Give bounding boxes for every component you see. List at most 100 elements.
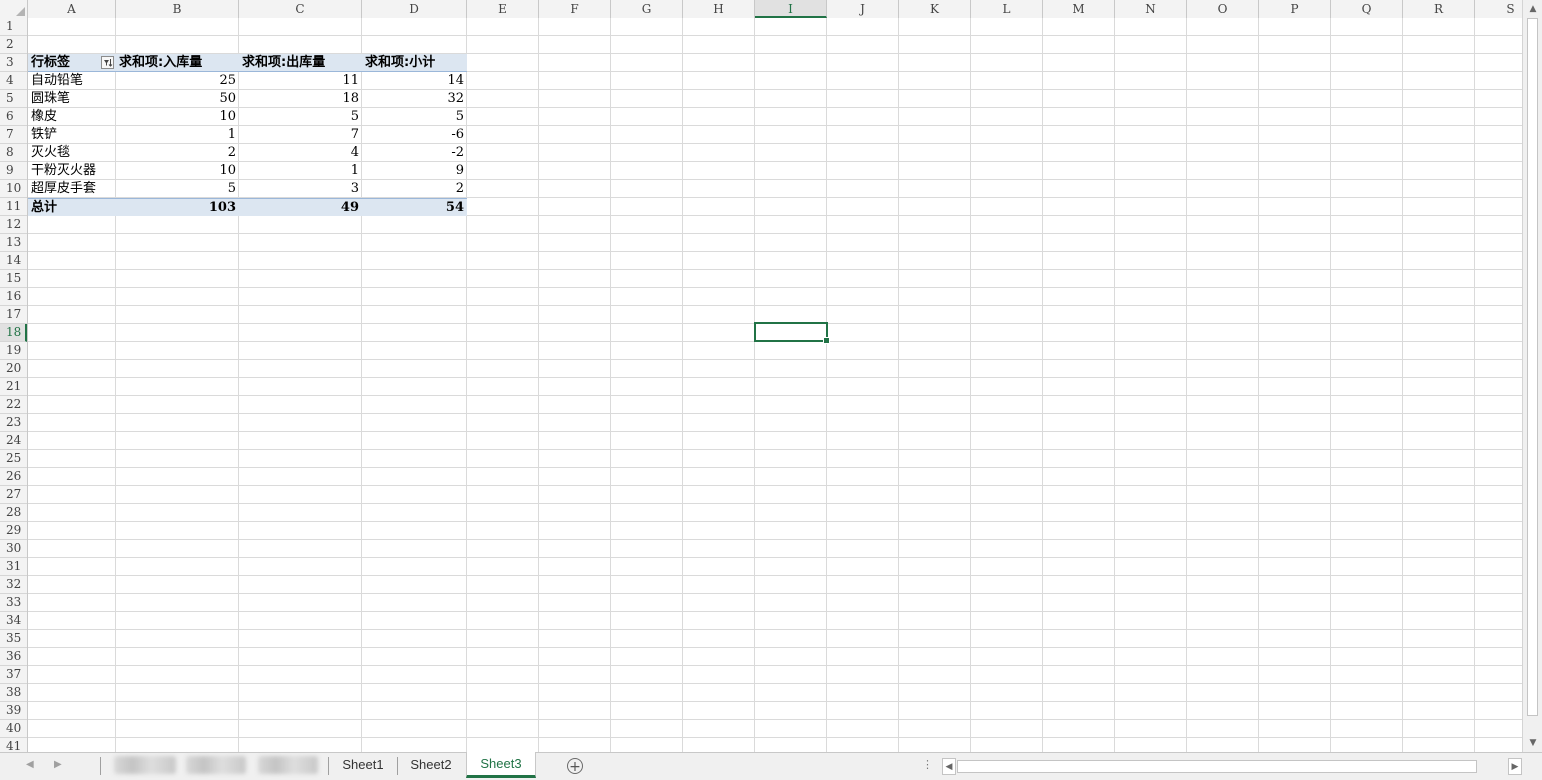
scroll-down-icon[interactable]: ▼ — [1526, 736, 1540, 750]
scroll-right-icon[interactable]: ▶ — [1508, 758, 1522, 775]
pivot-cell-sub[interactable]: 2 — [362, 180, 467, 198]
column-header-l[interactable]: L — [971, 0, 1043, 18]
row-header-40[interactable]: 40 — [0, 720, 27, 738]
tab-sheet1[interactable]: Sheet1 — [330, 753, 396, 779]
row-header-39[interactable]: 39 — [0, 702, 27, 720]
row-header-24[interactable]: 24 — [0, 432, 27, 450]
pivot-total-label[interactable]: 总计 — [28, 198, 116, 216]
vertical-scroll-thumb[interactable] — [1527, 18, 1538, 716]
pivot-cell-out[interactable]: 1 — [239, 162, 362, 180]
row-header-31[interactable]: 31 — [0, 558, 27, 576]
pivot-header-row-labels[interactable]: 行标签 — [28, 54, 116, 72]
pivot-cell-label[interactable]: 超厚皮手套 — [28, 180, 116, 198]
pivot-total-sub[interactable]: 54 — [362, 198, 467, 216]
row-header-22[interactable]: 22 — [0, 396, 27, 414]
pivot-cell-in[interactable]: 10 — [116, 162, 239, 180]
vertical-scrollbar[interactable]: ▲ ▼ — [1522, 0, 1542, 752]
column-header-n[interactable]: N — [1115, 0, 1187, 18]
row-header-27[interactable]: 27 — [0, 486, 27, 504]
row-header-38[interactable]: 38 — [0, 684, 27, 702]
row-header-28[interactable]: 28 — [0, 504, 27, 522]
row-header-14[interactable]: 14 — [0, 252, 27, 270]
tab-sheet3[interactable]: Sheet3 — [466, 752, 536, 778]
pivot-cell-in[interactable]: 25 — [116, 72, 239, 90]
active-cell-selection[interactable] — [754, 322, 830, 344]
row-header-4[interactable]: 4 — [0, 72, 27, 90]
scroll-up-icon[interactable]: ▲ — [1526, 2, 1540, 16]
row-header-6[interactable]: 6 — [0, 108, 27, 126]
column-header-p[interactable]: P — [1259, 0, 1331, 18]
row-header-16[interactable]: 16 — [0, 288, 27, 306]
row-header-32[interactable]: 32 — [0, 576, 27, 594]
row-header-20[interactable]: 20 — [0, 360, 27, 378]
horizontal-scroll-thumb[interactable] — [957, 760, 1477, 773]
pivot-header-out[interactable]: 求和项:出库量 — [239, 54, 362, 72]
row-header-7[interactable]: 7 — [0, 126, 27, 144]
pivot-cell-label[interactable]: 干粉灭火器 — [28, 162, 116, 180]
row-header-11[interactable]: 11 — [0, 198, 27, 216]
pivot-cell-sub[interactable]: 14 — [362, 72, 467, 90]
row-header-8[interactable]: 8 — [0, 144, 27, 162]
pivot-cell-label[interactable]: 灭火毯 — [28, 144, 116, 162]
column-header-q[interactable]: Q — [1331, 0, 1403, 18]
pivot-cell-in[interactable]: 10 — [116, 108, 239, 126]
column-header-d[interactable]: D — [362, 0, 467, 18]
row-header-36[interactable]: 36 — [0, 648, 27, 666]
column-header-h[interactable]: H — [683, 0, 755, 18]
pivot-cell-out[interactable]: 7 — [239, 126, 362, 144]
horizontal-scrollbar[interactable]: ◀ ▶ — [942, 758, 1522, 775]
pivot-cell-out[interactable]: 5 — [239, 108, 362, 126]
column-header-i[interactable]: I — [755, 0, 827, 18]
row-header-41[interactable]: 41 — [0, 738, 27, 752]
column-header-e[interactable]: E — [467, 0, 539, 18]
row-header-9[interactable]: 9 — [0, 162, 27, 180]
row-header-18[interactable]: 18 — [0, 324, 27, 342]
row-header-12[interactable]: 12 — [0, 216, 27, 234]
row-header-5[interactable]: 5 — [0, 90, 27, 108]
pivot-cell-sub[interactable]: -2 — [362, 144, 467, 162]
row-header-26[interactable]: 26 — [0, 468, 27, 486]
row-header-29[interactable]: 29 — [0, 522, 27, 540]
pivot-total-out[interactable]: 49 — [239, 198, 362, 216]
prev-sheet-icon[interactable]: ◀ — [26, 759, 34, 770]
row-header-35[interactable]: 35 — [0, 630, 27, 648]
row-header-17[interactable]: 17 — [0, 306, 27, 324]
obscured-sheet-tab[interactable] — [114, 756, 176, 774]
pivot-cell-label[interactable]: 铁铲 — [28, 126, 116, 144]
pivot-cell-sub[interactable]: 32 — [362, 90, 467, 108]
row-header-10[interactable]: 10 — [0, 180, 27, 198]
column-header-o[interactable]: O — [1187, 0, 1259, 18]
column-header-k[interactable]: K — [899, 0, 971, 18]
add-sheet-icon[interactable]: + — [567, 758, 583, 775]
row-header-15[interactable]: 15 — [0, 270, 27, 288]
pivot-cell-in[interactable]: 50 — [116, 90, 239, 108]
row-header-33[interactable]: 33 — [0, 594, 27, 612]
pivot-cell-in[interactable]: 5 — [116, 180, 239, 198]
obscured-sheet-tab[interactable] — [258, 756, 318, 774]
row-header-30[interactable]: 30 — [0, 540, 27, 558]
filter-dropdown-icon[interactable] — [101, 56, 114, 69]
column-header-g[interactable]: G — [611, 0, 683, 18]
pivot-cell-out[interactable]: 3 — [239, 180, 362, 198]
row-header-37[interactable]: 37 — [0, 666, 27, 684]
pivot-cell-out[interactable]: 18 — [239, 90, 362, 108]
row-header-13[interactable]: 13 — [0, 234, 27, 252]
cell-grid[interactable]: 行标签 求和项:入库量 求和项:出库量 求和项:小计 自动铅笔 25 11 14 圆珠笔… — [28, 18, 1522, 752]
next-sheet-icon[interactable]: ▶ — [54, 759, 62, 770]
pivot-cell-in[interactable]: 1 — [116, 126, 239, 144]
row-header-23[interactable]: 23 — [0, 414, 27, 432]
column-header-m[interactable]: M — [1043, 0, 1115, 18]
pivot-cell-sub[interactable]: 9 — [362, 162, 467, 180]
pivot-cell-label[interactable]: 橡皮 — [28, 108, 116, 126]
row-header-19[interactable]: 19 — [0, 342, 27, 360]
column-header-a[interactable]: A — [28, 0, 116, 18]
row-header-2[interactable]: 2 — [0, 36, 27, 54]
pivot-cell-in[interactable]: 2 — [116, 144, 239, 162]
pivot-cell-label[interactable]: 自动铅笔 — [28, 72, 116, 90]
scroll-left-icon[interactable]: ◀ — [942, 758, 956, 775]
pivot-header-sub[interactable]: 求和项:小计 — [362, 54, 467, 72]
pivot-header-in[interactable]: 求和项:入库量 — [116, 54, 239, 72]
pivot-cell-sub[interactable]: -6 — [362, 126, 467, 144]
tab-sheet2[interactable]: Sheet2 — [398, 753, 464, 779]
column-header-b[interactable]: B — [116, 0, 239, 18]
